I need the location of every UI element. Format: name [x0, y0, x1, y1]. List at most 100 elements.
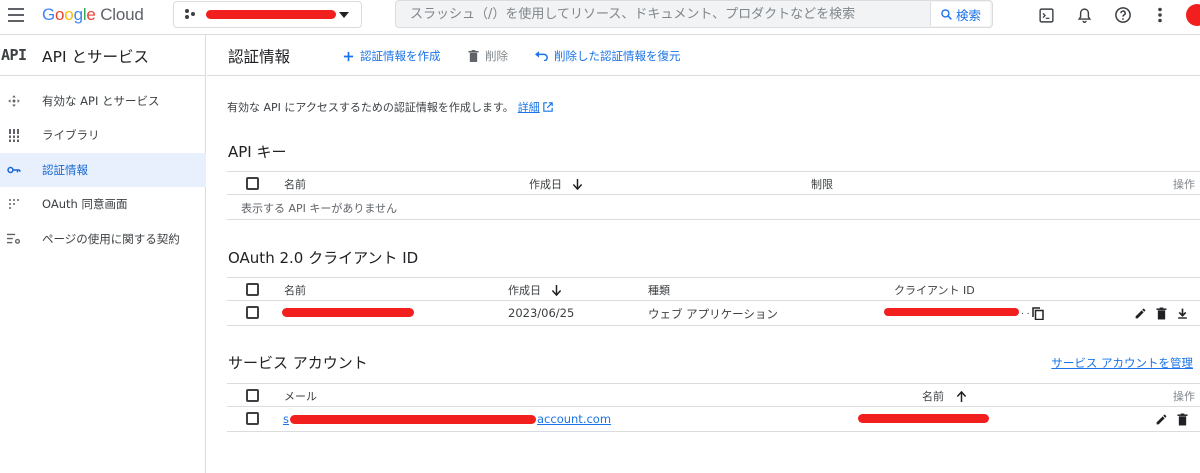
top-bar: Google Cloud 検索: [0, 0, 1200, 33]
main-header: 認証情報 認証情報を作成 削除 削除した認証情報を復元: [207, 35, 1200, 76]
page-title: 認証情報: [228, 48, 291, 66]
sidebar: API API とサービス 有効な API とサービス ライブラリ 認証情報 O…: [0, 35, 206, 473]
column-created[interactable]: 作成日: [508, 282, 562, 298]
empty-state-text: 表示する API キーがありません: [241, 202, 398, 215]
sidebar-item-label: 有効な API とサービス: [42, 94, 160, 108]
more-vert-icon[interactable]: [1150, 5, 1170, 25]
menu-icon[interactable]: [8, 8, 24, 22]
sidebar-item-enabled-apis[interactable]: 有効な API とサービス: [0, 84, 206, 118]
search-bar: 検索: [395, 0, 993, 28]
column-actions: 操作: [1173, 178, 1195, 191]
edit-icon[interactable]: [1154, 412, 1168, 426]
oauth-icon: [7, 197, 21, 211]
settings-list-icon: [7, 232, 21, 246]
column-created-label: 作成日: [508, 284, 541, 297]
column-created[interactable]: 作成日: [529, 176, 583, 192]
arrow-up-icon: [956, 390, 967, 402]
help-icon[interactable]: [1113, 5, 1133, 25]
column-name: 名前: [284, 178, 306, 191]
column-restrictions: 制限: [811, 178, 833, 191]
sidebar-item-credentials[interactable]: 認証情報: [0, 153, 206, 187]
column-email: メール: [284, 390, 317, 403]
details-link-label: 詳細: [517, 101, 540, 114]
select-all-checkbox[interactable]: [246, 177, 259, 190]
undo-icon: [535, 51, 548, 61]
caret-down-icon: [339, 12, 349, 18]
project-picker[interactable]: [173, 1, 362, 28]
search-button[interactable]: 検索: [930, 2, 990, 26]
api-move-icon: [7, 94, 21, 108]
description: 有効な API にアクセスするための認証情報を作成します。 詳細: [227, 99, 553, 115]
search-input[interactable]: [396, 1, 929, 27]
service-account-name-redacted: [858, 414, 989, 423]
arrow-down-icon: [572, 178, 583, 190]
create-credentials-label: 認証情報を作成: [360, 49, 441, 63]
trash-icon: [468, 50, 479, 62]
sidebar-item-oauth-consent[interactable]: OAuth 同意画面: [0, 187, 206, 221]
select-all-checkbox[interactable]: [246, 389, 259, 402]
restore-deleted-button[interactable]: 削除した認証情報を復元: [535, 48, 681, 64]
manage-service-accounts-link[interactable]: サービス アカウントを管理: [1051, 355, 1193, 371]
trash-icon[interactable]: [1175, 412, 1189, 426]
sidebar-item-label: OAuth 同意画面: [42, 197, 128, 211]
service-accounts-title: サービス アカウント: [228, 354, 368, 372]
restore-deleted-label: 削除した認証情報を復元: [554, 49, 681, 63]
arrow-down-icon: [551, 284, 562, 296]
project-icon: [185, 9, 195, 19]
api-keys-header-row: 名前 作成日 制限 操作: [227, 171, 1200, 195]
sidebar-item-label: ページの使用に関する契約: [42, 232, 180, 246]
row-checkbox[interactable]: [246, 306, 259, 319]
description-text: 有効な API にアクセスするための認証情報を作成します。: [227, 101, 514, 114]
column-actions: 操作: [1173, 390, 1195, 403]
google-cloud-logo[interactable]: Google Cloud: [42, 5, 144, 25]
sidebar-item-label: ライブラリ: [42, 128, 100, 142]
plus-icon: [343, 51, 354, 61]
download-icon[interactable]: [1175, 306, 1189, 320]
client-type: ウェブ アプリケーション: [648, 307, 778, 321]
created-date: 2023/06/25: [508, 306, 575, 320]
details-link[interactable]: 詳細: [518, 101, 540, 114]
sidebar-item-library[interactable]: ライブラリ: [0, 118, 206, 152]
delete-label: 削除: [485, 49, 508, 63]
column-client-id: クライアント ID: [894, 284, 975, 297]
search-button-label: 検索: [955, 7, 981, 23]
column-type: 種類: [648, 284, 670, 297]
column-name-label: 名前: [922, 390, 944, 403]
sidebar-title: API とサービス: [42, 48, 149, 66]
library-icon: [7, 128, 21, 142]
terminal-icon[interactable]: [1036, 5, 1056, 25]
sidebar-header: API API とサービス: [0, 35, 206, 76]
main-content: 認証情報 認証情報を作成 削除 削除した認証情報を復元 有効な API にアクセ…: [207, 35, 1200, 473]
column-name: 名前: [284, 284, 306, 297]
select-all-checkbox[interactable]: [246, 283, 259, 296]
search-icon: [941, 8, 952, 20]
column-created-label: 作成日: [529, 178, 562, 191]
table-row: s account.com: [227, 407, 1200, 432]
service-accounts-header-row: メール 名前 操作: [227, 383, 1200, 407]
create-credentials-button[interactable]: 認証情報を作成: [343, 48, 441, 64]
api-keys-title: API キー: [228, 143, 287, 161]
bell-icon[interactable]: [1074, 5, 1094, 25]
client-id-suffix: . .: [1021, 307, 1030, 317]
sidebar-item-page-usage-agreements[interactable]: ページの使用に関する契約: [0, 222, 206, 256]
trash-icon[interactable]: [1154, 306, 1168, 320]
email-prefix: s: [283, 412, 289, 426]
client-id-redacted: . .: [884, 307, 1030, 317]
oauth-header-row: 名前 作成日 種類 クライアント ID: [227, 277, 1200, 301]
avatar[interactable]: [1186, 4, 1200, 26]
email-suffix: account.com: [537, 412, 612, 426]
key-icon: [7, 163, 21, 177]
delete-button[interactable]: 削除: [468, 48, 508, 64]
api-keys-empty-row: 表示する API キーがありません: [227, 195, 1200, 220]
external-link-icon: [543, 102, 553, 112]
oauth-title: OAuth 2.0 クライアント ID: [228, 249, 419, 267]
api-logo: API: [1, 46, 27, 64]
edit-icon[interactable]: [1133, 306, 1147, 320]
row-checkbox[interactable]: [246, 412, 259, 425]
column-name[interactable]: 名前: [922, 388, 967, 404]
client-name-redacted[interactable]: [282, 308, 414, 317]
project-name-redacted: [206, 10, 336, 19]
service-account-email[interactable]: s account.com: [283, 412, 611, 426]
copy-icon[interactable]: [1031, 306, 1045, 320]
sidebar-item-label: 認証情報: [42, 163, 88, 177]
